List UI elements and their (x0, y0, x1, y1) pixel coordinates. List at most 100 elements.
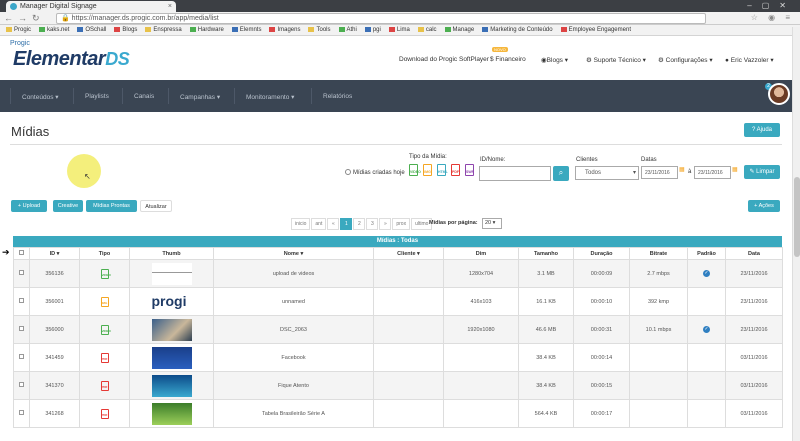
row-checkbox-cell[interactable] (13, 259, 30, 288)
brand-logo[interactable]: ElementarDS (13, 48, 130, 71)
page-link[interactable]: prox (392, 218, 411, 230)
url-field[interactable]: 🔒 https://manager.ds.progic.com.br/app/m… (56, 13, 706, 24)
browser-tab[interactable]: Manager Digital Signage × (6, 1, 176, 12)
bookmark-item[interactable]: Marketing de Conteúdo (482, 25, 553, 35)
midias-prontas-button[interactable]: Mídias Prontas (86, 200, 137, 212)
thumbnail[interactable] (151, 262, 192, 285)
bookmark-item[interactable]: Enspressa (145, 25, 182, 35)
window-controls[interactable]: –▢✕ (747, 1, 796, 10)
financeiro-link[interactable]: $ Financeiro (490, 56, 526, 63)
type-filter-swf-icon[interactable]: SWF (465, 164, 474, 176)
column-header[interactable]: ID ▾ (29, 247, 80, 260)
bookmark-item[interactable]: calc (417, 25, 437, 35)
table-row[interactable]: 341268 PDF Tabela Brasileirão Série A 564.4… (13, 399, 783, 428)
page-link[interactable]: 3 (366, 218, 379, 230)
search-input[interactable] (479, 166, 551, 181)
column-header[interactable]: Nome ▾ (213, 247, 374, 260)
bookmark-item[interactable]: Lima (388, 25, 410, 35)
row-checkbox[interactable] (19, 326, 24, 331)
row-checkbox[interactable] (19, 382, 24, 387)
scrollbar-thumb[interactable] (794, 177, 800, 257)
bookmark-item[interactable]: pgi (364, 25, 381, 35)
table-row[interactable]: 341370 PDF Fique Atento 38.4 KB 00:00:15 03/1… (13, 371, 783, 400)
row-checkbox-cell[interactable] (13, 287, 30, 316)
scrollbar[interactable] (792, 27, 800, 441)
page-link[interactable]: ant (311, 218, 327, 230)
nav-item-canais[interactable]: Canais (134, 93, 154, 100)
bookmark-item[interactable]: Hardware (189, 25, 224, 35)
select-all-checkbox[interactable] (19, 250, 24, 255)
midias-hoje-radio[interactable]: Mídias criadas hoje (345, 169, 405, 176)
extension-icons[interactable]: ☆ ◉ ≡ (751, 13, 794, 22)
creative-button[interactable]: Creative (53, 200, 83, 212)
config-menu[interactable]: ⚙ Configurações ▾ (658, 56, 713, 64)
per-page-select[interactable]: 20 ▾ (482, 218, 502, 229)
bookmark-item[interactable]: Progic (6, 25, 31, 35)
atualizar-button[interactable]: Atualizar (140, 200, 172, 212)
thumbnail[interactable]: progi (151, 290, 192, 313)
calendar-icon[interactable]: ▦ (679, 166, 685, 173)
clientes-select[interactable]: Todos ▾ (575, 166, 639, 180)
table-row[interactable]: 356000 VIDEO DSC_2063 1920x1080 46.6 MB 00:00… (13, 315, 783, 344)
acoes-button[interactable]: + Ações (748, 200, 780, 212)
table-row[interactable]: 341459 PDF Facebook 38.4 KB 00:00:14 03/11/20… (13, 343, 783, 372)
bookmark-item[interactable]: Tools (308, 25, 331, 35)
table-row[interactable]: 356001 IMG progi unnamed 416x103 16.1 KB 00:00… (13, 287, 783, 316)
table-row[interactable]: 356136 VIDEO upload de videos 1280x704 3.1 M… (13, 259, 783, 288)
bookmark-item[interactable]: Employee Engagement (560, 25, 631, 35)
row-checkbox[interactable] (19, 298, 24, 303)
clear-button[interactable]: ✎ Limpar (744, 165, 780, 179)
date-from-input[interactable]: 23/11/2016 (641, 166, 678, 179)
row-checkbox[interactable] (19, 270, 24, 275)
page-link[interactable]: » (379, 218, 392, 230)
suporte-menu[interactable]: ⚙ Suporte Técnico ▾ (586, 56, 646, 64)
thumbnail[interactable] (151, 402, 192, 425)
type-filter-html-icon[interactable]: HTML (437, 164, 448, 176)
date-to-input[interactable]: 23/11/2016 (694, 166, 731, 179)
bookmark-item[interactable]: OSchall (77, 25, 106, 35)
bookmark-item[interactable]: Manage (444, 25, 474, 35)
bookmark-item[interactable]: Blogs (114, 25, 137, 35)
nav-item-campanhas[interactable]: Campanhas ▾ (180, 93, 220, 101)
row-checkbox-cell[interactable] (13, 343, 30, 372)
page-link[interactable]: 1 (340, 218, 353, 230)
bookmark-label: Marketing de Conteúdo (490, 27, 553, 33)
bookmark-item[interactable]: kaks.net (39, 25, 69, 35)
cell-nome: upload de videos (213, 259, 374, 288)
row-checkbox[interactable] (19, 410, 24, 415)
page-link[interactable]: 2 (353, 218, 366, 230)
folder-icon (338, 27, 345, 32)
nav-item-relatórios[interactable]: Relatórios (323, 93, 352, 100)
nav-item-monitoramento[interactable]: Monitoramento ▾ (246, 93, 294, 101)
bookmark-item[interactable]: Elemnts (231, 25, 261, 35)
upload-button[interactable]: + Upload (11, 200, 47, 212)
close-tab-icon[interactable]: × (168, 1, 172, 12)
user-menu[interactable]: ● Eric Vazzoler ▾ (725, 56, 774, 64)
blogs-menu[interactable]: ◉Blogs ▾ (541, 56, 568, 64)
nav-item-playlists[interactable]: Playlists (85, 93, 109, 100)
avatar[interactable] (768, 83, 790, 105)
type-filter-pdf-icon[interactable]: PDF (451, 164, 460, 176)
page-link[interactable]: inicio (291, 218, 311, 230)
page-link[interactable]: « (327, 218, 340, 230)
thumbnail[interactable] (151, 318, 192, 341)
column-header: Dim (443, 247, 519, 260)
nav-item-conteúdos[interactable]: Conteúdos ▾ (22, 93, 59, 101)
help-button[interactable]: ? Ajuda (744, 123, 780, 137)
thumbnail[interactable] (151, 374, 192, 397)
calendar-icon[interactable]: ▦ (732, 166, 738, 173)
row-checkbox-cell[interactable] (13, 399, 30, 428)
row-checkbox-cell[interactable] (13, 315, 30, 344)
type-filter-img-icon[interactable]: IMG (423, 164, 432, 176)
check-circle-icon: ✓ (703, 270, 710, 277)
row-checkbox[interactable] (19, 354, 24, 359)
column-header[interactable]: Cliente ▾ (373, 247, 444, 260)
search-button[interactable]: ⌕ (553, 166, 569, 181)
download-link[interactable]: Download do Progic SoftPlayer (399, 56, 489, 63)
type-filter-video-icon[interactable]: VIDEO (409, 164, 421, 176)
bookmark-item[interactable]: Imagens (269, 25, 300, 35)
nav-buttons[interactable]: ←→↻ (4, 13, 45, 24)
row-checkbox-cell[interactable] (13, 371, 30, 400)
bookmark-item[interactable]: Athi (338, 25, 357, 35)
thumbnail[interactable] (151, 346, 192, 369)
